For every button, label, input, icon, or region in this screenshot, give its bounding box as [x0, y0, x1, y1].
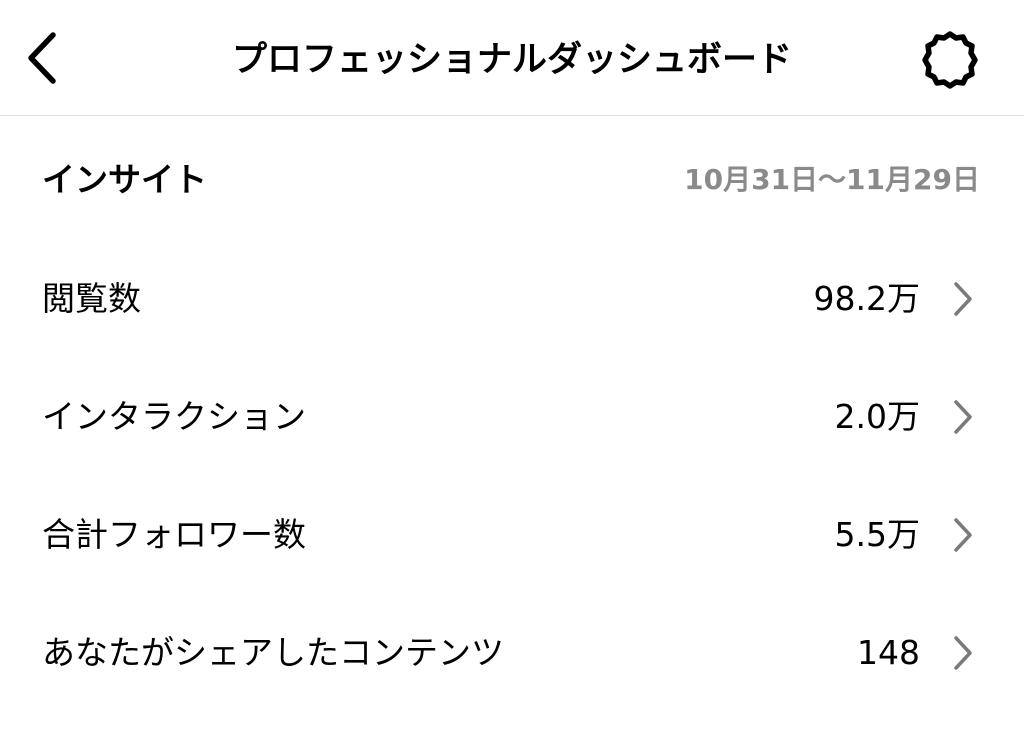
row-shared-content[interactable]: あなたがシェアしたコンテンツ 148 [0, 594, 1024, 712]
row-followers[interactable]: 合計フォロワー数 5.5万 [0, 476, 1024, 594]
page-title: プロフェッショナルダッシュボード [231, 40, 792, 80]
settings-button[interactable] [914, 26, 986, 94]
section-title: インサイト [42, 160, 207, 199]
chevron-right-icon [946, 240, 980, 358]
row-value: 148 [857, 633, 920, 672]
insights-header: インサイト 10月31日〜11月29日 [42, 156, 980, 204]
chevron-right-icon [946, 358, 980, 476]
top-bar: プロフェッショナルダッシュボード [0, 0, 1024, 116]
row-label: 合計フォロワー数 [42, 515, 306, 554]
row-value: 2.0万 [834, 397, 920, 436]
row-label: 閲覧数 [42, 279, 141, 318]
gear-icon [922, 31, 978, 89]
row-views[interactable]: 閲覧数 98.2万 [0, 240, 1024, 358]
row-value: 98.2万 [813, 279, 920, 318]
row-value: 5.5万 [834, 515, 920, 554]
chevron-right-icon [946, 476, 980, 594]
chevron-right-icon [946, 594, 980, 712]
row-interactions[interactable]: インタラクション 2.0万 [0, 358, 1024, 476]
date-range: 10月31日〜11月29日 [684, 163, 980, 196]
row-label: あなたがシェアしたコンテンツ [42, 633, 504, 672]
row-label: インタラクション [42, 397, 306, 436]
